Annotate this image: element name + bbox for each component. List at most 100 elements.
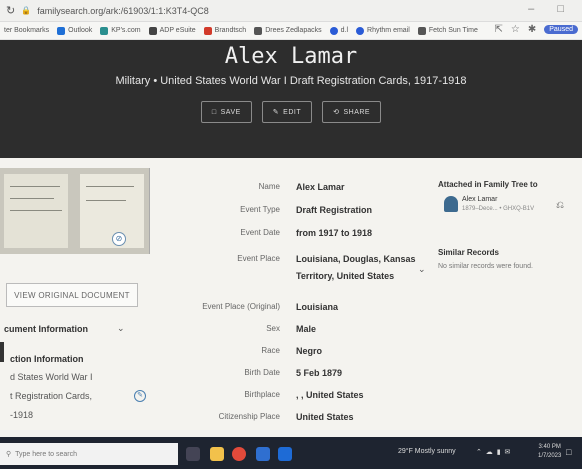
- collection-line[interactable]: d States World War I: [10, 372, 93, 382]
- detail-label: Race: [261, 346, 280, 355]
- detail-value: , , United States: [296, 390, 364, 400]
- search-icon: ⚲: [6, 451, 12, 458]
- share-page-icon[interactable]: ⇱: [495, 24, 503, 35]
- bookmark-item[interactable]: d.l: [329, 26, 348, 35]
- chevron-down-icon[interactable]: ⌄: [117, 323, 125, 334]
- share-icon: ⟲: [333, 109, 340, 116]
- detail-row-event-place: Event Place Louisiana, Douglas, Kansas T…: [150, 254, 570, 288]
- extension-icon[interactable]: ✱: [528, 24, 536, 35]
- bookmark-item[interactable]: Drees Zedlapacks: [254, 26, 322, 35]
- browser-toolbar: ↻ 🔒 familysearch.org/ark:/61903/1:1:K3T4…: [0, 0, 582, 22]
- detail-label: Citizenship Place: [218, 412, 280, 421]
- side-highlight: [0, 342, 4, 362]
- profile-button[interactable]: Paused: [544, 25, 578, 34]
- collection-title[interactable]: Military • United States World War I Dra…: [0, 75, 582, 87]
- detail-value: Male: [296, 324, 317, 334]
- document-seal-icon: ⊘: [112, 232, 126, 246]
- detail-label: Birth Date: [244, 368, 280, 377]
- clock[interactable]: 3:40 PM 1/7/2023: [538, 443, 561, 461]
- bookmark-item[interactable]: Outlook: [57, 26, 92, 35]
- detail-value: Negro: [296, 346, 323, 356]
- taskbar-search[interactable]: ⚲ Type here to search: [0, 443, 178, 465]
- collection-information-heading: ction Information: [10, 354, 84, 364]
- save-button[interactable]: □ SAVE: [200, 101, 252, 123]
- lock-icon[interactable]: 🔒: [21, 6, 31, 15]
- detail-row-race: Race Negro: [150, 346, 570, 362]
- tree-link-icon[interactable]: ⎌: [556, 200, 564, 211]
- text-line: [10, 186, 60, 187]
- collection-line[interactable]: t Registration Cards,: [10, 391, 92, 401]
- star-icon[interactable]: ☆: [511, 24, 520, 35]
- edit-button[interactable]: ✎ EDIT: [261, 101, 313, 123]
- site-icon: [417, 26, 426, 35]
- notification-icon[interactable]: □: [566, 447, 571, 457]
- detail-value: 5 Feb 1879: [296, 368, 343, 378]
- detail-value: Louisiana, Douglas, Kansas: [296, 254, 416, 264]
- detail-label: Event Date: [240, 228, 280, 237]
- text-line: [10, 198, 54, 199]
- bookmark-item[interactable]: Brandtsch: [203, 26, 246, 35]
- document-thumbnail[interactable]: ⊘: [0, 168, 150, 254]
- page-title: Alex Lamar: [224, 44, 358, 69]
- detail-row-birthplace: Birthplace , , United States: [150, 390, 570, 406]
- bookmark-item[interactable]: ADP eSuite: [148, 26, 196, 35]
- detail-value: United States: [296, 412, 354, 422]
- reload-icon[interactable]: ↻: [6, 4, 15, 17]
- window-controls[interactable]: – □: [528, 3, 574, 15]
- outlook-icon: [57, 26, 66, 35]
- detail-label: Event Place: [237, 254, 280, 263]
- detail-row-sex: Sex Male: [150, 324, 570, 340]
- bookmark-item[interactable]: Fetch Sun Time: [417, 26, 478, 35]
- store-icon[interactable]: [256, 447, 270, 461]
- detail-label: Birthplace: [244, 390, 280, 399]
- search-placeholder: Type here to search: [15, 450, 78, 458]
- system-tray[interactable]: ⌃ ☁ ▮ ✉: [476, 448, 511, 456]
- clock-date: 1/7/2023: [538, 453, 562, 459]
- attached-tree-heading: Attached in Family Tree to: [438, 180, 538, 189]
- address-bar[interactable]: familysearch.org/ark:/61903/1:1:K3T4-QC8: [37, 6, 209, 16]
- detail-row-citizenship-place: Citizenship Place United States: [150, 412, 570, 428]
- bookmark-item[interactable]: ter Bookmarks: [4, 27, 49, 34]
- task-view-icon[interactable]: [186, 447, 200, 461]
- detail-value: Louisiana: [296, 302, 339, 312]
- detail-row-birth-date: Birth Date 5 Feb 1879: [150, 368, 570, 384]
- site-icon: [356, 26, 365, 35]
- text-line: [10, 210, 62, 211]
- share-button[interactable]: ⟲ SHARE: [322, 101, 382, 123]
- similar-records-heading: Similar Records: [438, 248, 499, 257]
- bookmark-icon: □: [211, 108, 217, 116]
- file-explorer-icon[interactable]: [210, 447, 224, 461]
- collection-line[interactable]: -1918: [10, 410, 33, 420]
- edit-icon[interactable]: ✎: [134, 390, 146, 402]
- detail-value: Draft Registration: [296, 205, 373, 215]
- mail-icon[interactable]: [278, 447, 292, 461]
- bookmark-item[interactable]: Rhythm email: [356, 26, 410, 35]
- site-icon: [254, 26, 263, 35]
- site-icon: [148, 26, 157, 35]
- browser-extension-icons: ⇱ ☆ ✱ Paused: [495, 24, 578, 35]
- chevron-down-icon[interactable]: ⌄: [418, 264, 426, 275]
- avatar[interactable]: [444, 196, 458, 212]
- detail-label: Sex: [266, 324, 280, 333]
- clock-time: 3:40 PM: [538, 444, 561, 450]
- attached-person-meta: 1879–Dece... • GHXQ-B1V: [462, 206, 535, 212]
- attached-person-name[interactable]: Alex Lamar: [462, 196, 497, 203]
- windows-taskbar: ⚲ Type here to search 29°F Mostly sunny …: [0, 437, 582, 469]
- text-line: [86, 200, 126, 201]
- record-actions: □ SAVE ✎ EDIT ⟲ SHARE: [0, 101, 582, 123]
- view-original-button[interactable]: VIEW ORIGINAL DOCUMENT: [6, 283, 138, 307]
- detail-value-continued: Territory, United States: [296, 271, 395, 281]
- site-icon: [203, 26, 212, 35]
- weather-widget[interactable]: 29°F Mostly sunny: [398, 448, 456, 455]
- text-line: [86, 186, 134, 187]
- document-information-toggle[interactable]: cument Information: [4, 324, 88, 334]
- pencil-icon: ✎: [272, 109, 280, 116]
- detail-value: Alex Lamar: [296, 182, 345, 192]
- site-icon: [100, 26, 109, 35]
- record-header: Alex Lamar Military • United States Worl…: [0, 40, 582, 158]
- detail-value: from 1917 to 1918: [296, 228, 373, 238]
- chrome-icon[interactable]: [232, 447, 246, 461]
- site-icon: [329, 26, 338, 35]
- bookmark-item[interactable]: KP's.com: [100, 26, 141, 35]
- detail-label: Event Type: [240, 205, 280, 214]
